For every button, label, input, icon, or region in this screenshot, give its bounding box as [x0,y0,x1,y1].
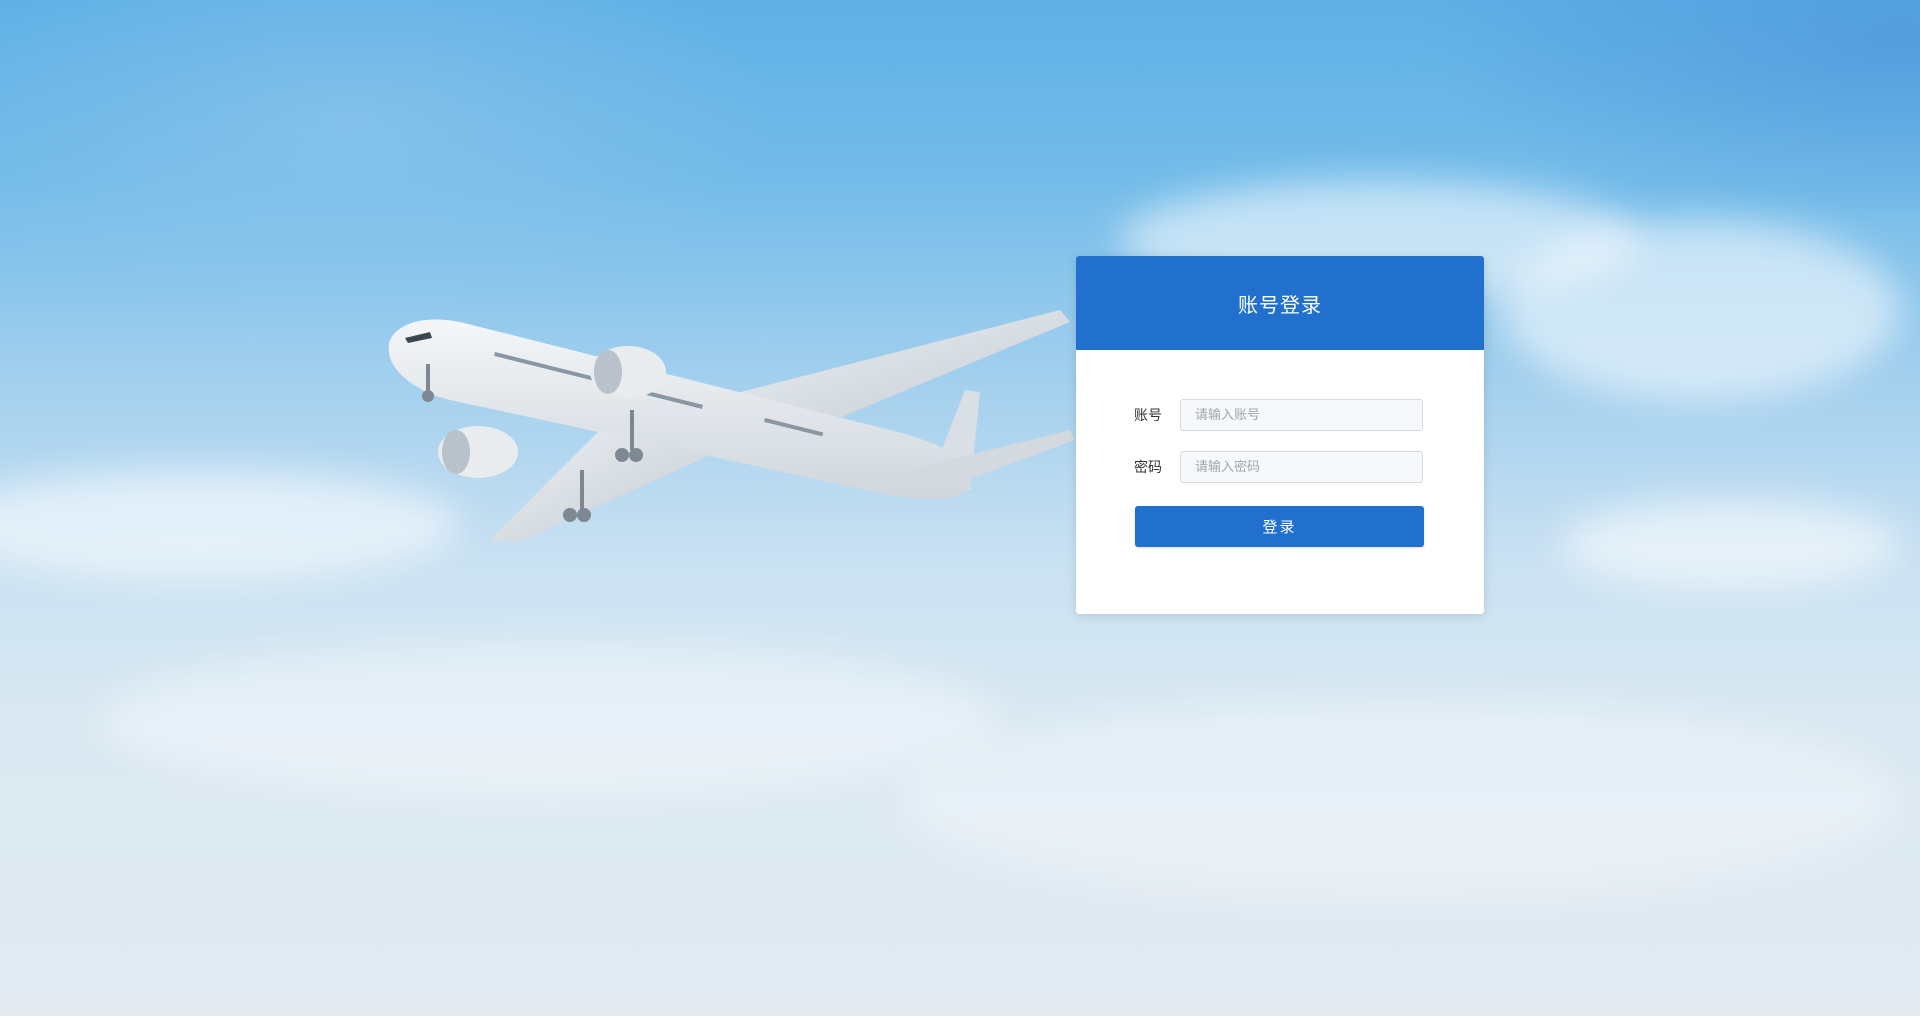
cloud [1560,500,1900,590]
password-label: 密码 [1134,460,1162,476]
airplane-illustration [388,310,1075,542]
account-input[interactable] [1180,399,1423,431]
password-row: 密码 [1134,450,1484,484]
cloud [900,700,1900,900]
login-page: 账号登录 账号 密码 登录 [0,0,1920,1016]
login-card: 账号登录 账号 密码 登录 [1076,256,1484,614]
cloud [100,640,1000,800]
account-label: 账号 [1134,408,1162,424]
cloud [1500,220,1900,400]
login-card-header: 账号登录 [1076,256,1484,350]
password-input[interactable] [1180,451,1423,483]
account-row: 账号 [1134,398,1484,432]
login-button[interactable]: 登录 [1135,506,1424,547]
login-title: 账号登录 [1238,292,1322,317]
login-form: 账号 密码 登录 [1076,350,1484,547]
